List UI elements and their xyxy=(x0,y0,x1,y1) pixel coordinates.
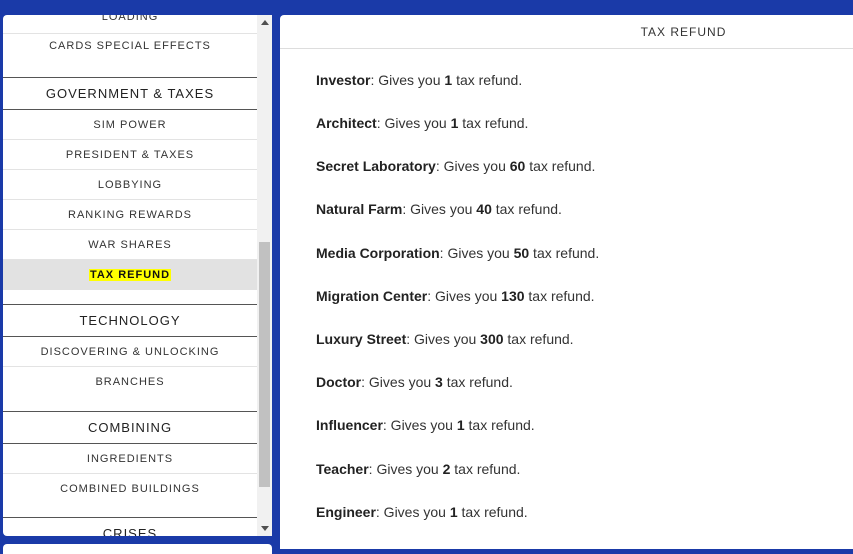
refund-entry-media-corporation: Media Corporation: Gives you 50 tax refu… xyxy=(316,245,599,261)
entry-name: Engineer xyxy=(316,504,376,520)
sidebar-scrollbar[interactable] xyxy=(257,15,272,536)
sidebar-item-label: WAR SHARES xyxy=(88,239,172,251)
sidebar-bottom-panel xyxy=(3,544,272,554)
entry-suffix: tax refund. xyxy=(525,158,596,174)
refund-entry-engineer: Engineer: Gives you 1 tax refund. xyxy=(316,504,528,520)
sidebar-item-ingredients[interactable]: INGREDIENTS xyxy=(3,444,257,474)
sidebar-item-label: PRESIDENT & TAXES xyxy=(65,149,195,161)
entry-suffix: tax refund. xyxy=(491,201,562,217)
content-header: TAX REFUND xyxy=(280,15,853,49)
sidebar-item-discovering-unlocking[interactable]: DISCOVERING & UNLOCKING xyxy=(3,337,257,367)
sidebar-section-combining[interactable]: COMBINING xyxy=(3,411,257,444)
scroll-thumb[interactable] xyxy=(259,242,270,487)
entry-suffix: tax refund. xyxy=(442,374,513,390)
entry-suffix: tax refund. xyxy=(450,461,521,477)
entry-name: Architect xyxy=(316,115,377,131)
sidebar-nav: LOADING CARDS SPECIAL EFFECTS GOVERNMENT… xyxy=(3,15,257,536)
sidebar-item-ranking-rewards[interactable]: RANKING REWARDS xyxy=(3,200,257,230)
entry-suffix: tax refund. xyxy=(524,288,595,304)
sidebar-item-label: SIM POWER xyxy=(93,119,167,131)
refund-entry-influencer: Influencer: Gives you 1 tax refund. xyxy=(316,417,535,433)
entry-prefix: : Gives you xyxy=(427,288,502,304)
entry-name: Secret Laboratory xyxy=(316,158,436,174)
triangle-up-icon xyxy=(260,20,269,25)
entry-prefix: : Gives you xyxy=(435,158,510,174)
entry-suffix: tax refund. xyxy=(457,504,528,520)
entry-amount: 60 xyxy=(509,158,526,174)
sidebar-item-lobbying[interactable]: LOBBYING xyxy=(3,170,257,200)
sidebar-item-combined-buildings[interactable]: COMBINED BUILDINGS xyxy=(3,474,257,504)
entry-amount: 50 xyxy=(513,245,530,261)
refund-entry-investor: Investor: Gives you 1 tax refund. xyxy=(316,72,522,88)
sidebar-item-tax-refund[interactable]: TAX REFUND xyxy=(3,260,257,290)
entry-name: Luxury Street xyxy=(316,331,407,347)
sidebar-section-crises[interactable]: CRISES xyxy=(3,517,257,536)
triangle-down-icon xyxy=(260,526,269,531)
sidebar-item-war-shares[interactable]: WAR SHARES xyxy=(3,230,257,260)
entry-name: Influencer xyxy=(316,417,383,433)
sidebar-item-label: INGREDIENTS xyxy=(86,453,174,465)
entry-name: Teacher xyxy=(316,461,369,477)
refund-entry-migration-center: Migration Center: Gives you 130 tax refu… xyxy=(316,288,595,304)
sidebar-item-label: CARDS SPECIAL EFFECTS xyxy=(49,40,211,52)
sidebar-section-technology[interactable]: TECHNOLOGY xyxy=(3,304,257,337)
refund-entry-luxury-street: Luxury Street: Gives you 300 tax refund. xyxy=(316,331,574,347)
sidebar-item-label: COMBINED BUILDINGS xyxy=(60,483,200,495)
entry-amount: 300 xyxy=(480,331,504,347)
entry-prefix: : Gives you xyxy=(370,72,445,88)
entry-prefix: : Gives you xyxy=(376,115,451,131)
entry-amount: 40 xyxy=(476,201,492,217)
entry-name: Natural Farm xyxy=(316,201,403,217)
sidebar-section-label: GOVERNMENT & TAXES xyxy=(45,86,215,101)
scroll-down-button[interactable] xyxy=(257,521,272,536)
refund-entry-doctor: Doctor: Gives you 3 tax refund. xyxy=(316,374,513,390)
scroll-up-button[interactable] xyxy=(257,15,272,30)
entry-prefix: : Gives you xyxy=(406,331,481,347)
sidebar-item-loading[interactable]: LOADING xyxy=(3,15,257,34)
sidebar-item-sim-power[interactable]: SIM POWER xyxy=(3,110,257,140)
sidebar-item-label: BRANCHES xyxy=(95,376,165,388)
entry-suffix: tax refund. xyxy=(452,72,523,88)
entry-amount: 130 xyxy=(501,288,525,304)
entry-suffix: tax refund. xyxy=(458,115,529,131)
sidebar-item-president-taxes[interactable]: PRESIDENT & TAXES xyxy=(3,140,257,170)
sidebar-item-label: RANKING REWARDS xyxy=(68,209,192,221)
sidebar-section-government-taxes[interactable]: GOVERNMENT & TAXES xyxy=(3,77,257,110)
sidebar-item-label: LOADING xyxy=(101,15,159,23)
entry-prefix: : Gives you xyxy=(361,374,436,390)
entry-suffix: tax refund. xyxy=(503,331,574,347)
refund-entry-teacher: Teacher: Gives you 2 tax refund. xyxy=(316,461,520,477)
refund-entry-secret-laboratory: Secret Laboratory: Gives you 60 tax refu… xyxy=(316,158,595,174)
sidebar-item-label: DISCOVERING & UNLOCKING xyxy=(40,346,220,358)
refund-entry-natural-farm: Natural Farm: Gives you 40 tax refund. xyxy=(316,201,562,217)
entry-suffix: tax refund. xyxy=(464,417,535,433)
entry-amount: 3 xyxy=(435,374,443,390)
sidebar-item-label: LOBBYING xyxy=(97,179,163,191)
sidebar-panel: LOADING CARDS SPECIAL EFFECTS GOVERNMENT… xyxy=(3,15,272,536)
entry-suffix: tax refund. xyxy=(529,245,600,261)
content-panel: TAX REFUND Investor: Gives you 1 tax ref… xyxy=(280,15,853,549)
entry-amount: 1 xyxy=(456,417,465,433)
sidebar-section-label: CRISES xyxy=(102,526,158,536)
sidebar-section-label: TECHNOLOGY xyxy=(79,313,181,328)
sidebar-item-cards-special-effects[interactable]: CARDS SPECIAL EFFECTS xyxy=(3,34,257,59)
entry-name: Media Corporation xyxy=(316,245,440,261)
entry-prefix: : Gives you xyxy=(402,201,477,217)
refund-entry-architect: Architect: Gives you 1 tax refund. xyxy=(316,115,528,131)
sidebar-item-branches[interactable]: BRANCHES xyxy=(3,367,257,397)
entry-amount: 1 xyxy=(449,504,458,520)
entry-name: Investor xyxy=(316,72,371,88)
entry-prefix: : Gives you xyxy=(368,461,443,477)
entry-name: Migration Center xyxy=(316,288,428,304)
entry-name: Doctor xyxy=(316,374,362,390)
entry-prefix: : Gives you xyxy=(382,417,457,433)
sidebar-section-label: COMBINING xyxy=(87,420,173,435)
page-title: TAX REFUND xyxy=(640,24,727,39)
sidebar-item-label-highlighted: TAX REFUND xyxy=(88,269,172,281)
entry-prefix: : Gives you xyxy=(375,504,450,520)
entry-prefix: : Gives you xyxy=(439,245,514,261)
